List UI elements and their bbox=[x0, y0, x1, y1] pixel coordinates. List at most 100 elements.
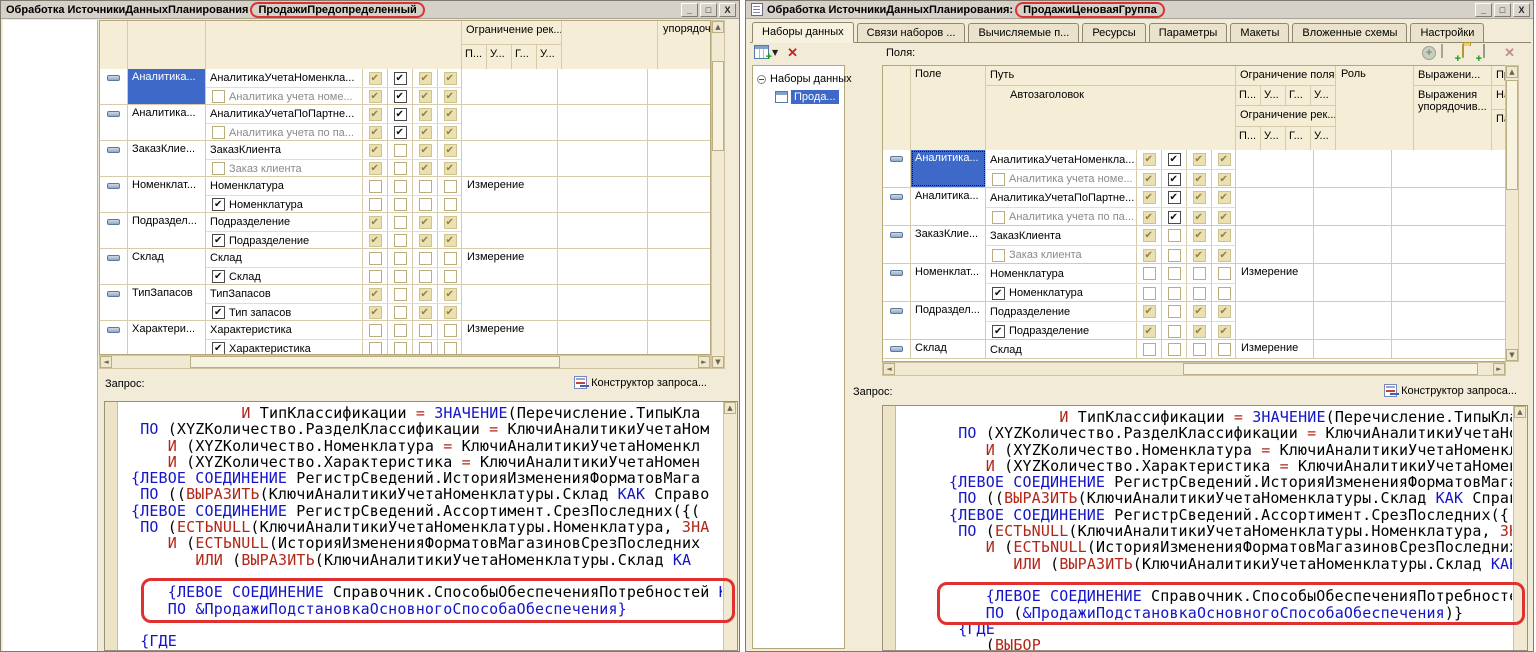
checkbox-checked[interactable] bbox=[1193, 249, 1206, 262]
row-handle[interactable] bbox=[100, 249, 128, 284]
checkbox-unchecked[interactable] bbox=[394, 162, 407, 175]
checkbox-checked[interactable] bbox=[444, 108, 457, 121]
checkbox-checked[interactable] bbox=[1143, 305, 1156, 318]
checkbox-unchecked[interactable] bbox=[394, 234, 407, 247]
horizontal-scrollbar[interactable]: ◄► bbox=[99, 355, 711, 369]
checkbox-checked[interactable] bbox=[1193, 211, 1206, 224]
checkbox-checked[interactable] bbox=[369, 288, 382, 301]
row-handle[interactable] bbox=[100, 69, 128, 104]
row-handle[interactable] bbox=[100, 105, 128, 140]
close-button[interactable]: X bbox=[719, 3, 736, 17]
field-cell[interactable]: Подраздел... bbox=[911, 302, 986, 339]
field-cell[interactable]: Аналитика... bbox=[911, 150, 986, 187]
checkbox-unchecked[interactable] bbox=[369, 324, 382, 337]
checkbox-checked[interactable] bbox=[394, 108, 407, 121]
checkbox-checked[interactable] bbox=[444, 162, 457, 175]
checkbox-checked[interactable] bbox=[1218, 325, 1231, 338]
checkbox-checked[interactable] bbox=[444, 72, 457, 85]
checkbox-unchecked[interactable] bbox=[1143, 343, 1156, 356]
path-row-main[interactable]: Номенклатура bbox=[986, 264, 1235, 283]
path-row-main[interactable]: Подразделение bbox=[986, 302, 1235, 321]
checkbox-unchecked[interactable] bbox=[1193, 287, 1206, 300]
checkbox-checked[interactable] bbox=[419, 72, 432, 85]
tab-Настройки[interactable]: Настройки bbox=[1410, 23, 1484, 42]
field-cell[interactable]: Аналитика... bbox=[128, 105, 206, 140]
horizontal-scrollbar[interactable]: ◄► bbox=[882, 362, 1506, 376]
checkbox-checked[interactable] bbox=[212, 342, 225, 355]
checkbox-unchecked[interactable] bbox=[394, 252, 407, 265]
checkbox-checked[interactable] bbox=[212, 306, 225, 319]
checkbox-checked[interactable] bbox=[212, 270, 225, 283]
checkbox-unchecked[interactable] bbox=[992, 173, 1005, 186]
chevron-down-icon[interactable]: ▼ bbox=[772, 48, 778, 57]
checkbox-checked[interactable] bbox=[419, 90, 432, 103]
minimize-button[interactable]: _ bbox=[681, 3, 698, 17]
checkbox-unchecked[interactable] bbox=[1168, 249, 1181, 262]
checkbox-checked[interactable] bbox=[1218, 305, 1231, 318]
row-handle[interactable] bbox=[883, 150, 911, 187]
checkbox-unchecked[interactable] bbox=[394, 288, 407, 301]
checkbox-unchecked[interactable] bbox=[394, 144, 407, 157]
path-row-main[interactable]: Склад bbox=[206, 249, 461, 267]
row-handle[interactable] bbox=[100, 213, 128, 248]
checkbox-checked[interactable] bbox=[992, 287, 1005, 300]
checkbox-checked[interactable] bbox=[369, 234, 382, 247]
checkbox-unchecked[interactable] bbox=[992, 211, 1005, 224]
checkbox-checked[interactable] bbox=[1143, 153, 1156, 166]
delete-dataset-icon[interactable]: ✕ bbox=[787, 46, 798, 59]
path-row-sub[interactable]: Склад bbox=[206, 267, 461, 284]
query-editor[interactable]: И ТипКлассификации = ЗНАЧЕНИЕ(Перечислен… bbox=[882, 405, 1528, 651]
maximize-button[interactable]: □ bbox=[700, 3, 717, 17]
checkbox-unchecked[interactable] bbox=[369, 342, 382, 355]
checkbox-checked[interactable] bbox=[1193, 229, 1206, 242]
query-text[interactable]: И ТипКлассификации = ЗНАЧЕНИЕ(Перечислен… bbox=[897, 409, 1512, 650]
checkbox-unchecked[interactable] bbox=[1218, 287, 1231, 300]
vertical-scrollbar[interactable]: ▲▼ bbox=[711, 20, 725, 369]
checkbox-checked[interactable] bbox=[369, 108, 382, 121]
copy-field-icon[interactable]: + bbox=[1441, 45, 1457, 60]
checkbox-unchecked[interactable] bbox=[394, 216, 407, 229]
checkbox-unchecked[interactable] bbox=[369, 252, 382, 265]
field-cell[interactable]: Подраздел... bbox=[128, 213, 206, 248]
checkbox-checked[interactable] bbox=[444, 144, 457, 157]
checkbox-unchecked[interactable] bbox=[1168, 287, 1181, 300]
row-handle[interactable] bbox=[100, 321, 128, 355]
path-row-sub[interactable]: Тип запасов bbox=[206, 303, 461, 320]
checkbox-unchecked[interactable] bbox=[394, 324, 407, 337]
row-handle[interactable] bbox=[883, 340, 911, 358]
checkbox-checked[interactable] bbox=[444, 234, 457, 247]
path-row-sub[interactable]: Заказ клиента bbox=[206, 159, 461, 176]
checkbox-unchecked[interactable] bbox=[1218, 343, 1231, 356]
checkbox-unchecked[interactable] bbox=[1168, 305, 1181, 318]
checkbox-checked[interactable] bbox=[369, 162, 382, 175]
checkbox-unchecked[interactable] bbox=[394, 270, 407, 283]
tab-Вычисляемые п...[interactable]: Вычисляемые п... bbox=[968, 23, 1079, 42]
tab-Наборы данных[interactable]: Наборы данных bbox=[752, 22, 854, 43]
checkbox-checked[interactable] bbox=[394, 72, 407, 85]
checkbox-checked[interactable] bbox=[419, 216, 432, 229]
titlebar-left[interactable]: Обработка ИсточникиДанныхПланированияПро… bbox=[1, 1, 739, 19]
checkbox-unchecked[interactable] bbox=[444, 180, 457, 193]
checkbox-unchecked[interactable] bbox=[369, 198, 382, 211]
checkbox-unchecked[interactable] bbox=[419, 180, 432, 193]
checkbox-unchecked[interactable] bbox=[419, 342, 432, 355]
checkbox-checked[interactable] bbox=[212, 198, 225, 211]
checkbox-checked[interactable] bbox=[1143, 211, 1156, 224]
field-cell[interactable]: Номенклат... bbox=[128, 177, 206, 212]
path-row-sub[interactable]: Подразделение bbox=[986, 321, 1235, 339]
field-cell[interactable]: Аналитика... bbox=[128, 69, 206, 104]
tab-Вложенные схемы[interactable]: Вложенные схемы bbox=[1292, 23, 1407, 42]
query-builder-link[interactable]: Конструктор запроса... bbox=[574, 376, 707, 389]
checkbox-checked[interactable] bbox=[212, 234, 225, 247]
query-vertical-scrollbar[interactable]: ▲ bbox=[723, 402, 737, 650]
checkbox-checked[interactable] bbox=[1143, 229, 1156, 242]
field-cell[interactable]: Склад bbox=[911, 340, 986, 358]
checkbox-checked[interactable] bbox=[1193, 173, 1206, 186]
checkbox-checked[interactable] bbox=[419, 144, 432, 157]
row-handle[interactable] bbox=[883, 226, 911, 263]
row-handle[interactable] bbox=[100, 285, 128, 320]
checkbox-checked[interactable] bbox=[1168, 173, 1181, 186]
checkbox-checked[interactable] bbox=[1168, 211, 1181, 224]
checkbox-checked[interactable] bbox=[369, 72, 382, 85]
checkbox-checked[interactable] bbox=[1193, 305, 1206, 318]
